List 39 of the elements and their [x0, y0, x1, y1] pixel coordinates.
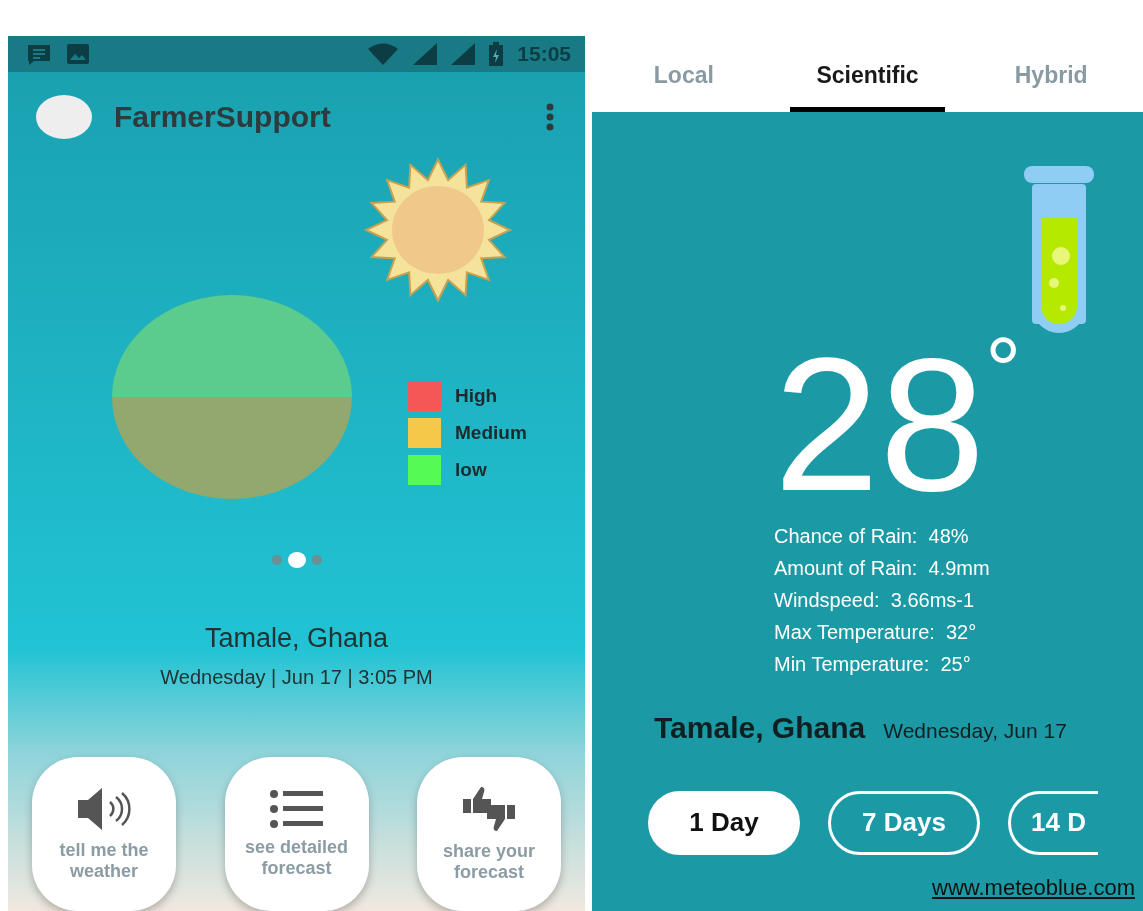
weather-detail: Max Temperature: 32° — [774, 620, 978, 644]
tab[interactable]: Hybrid — [973, 36, 1129, 112]
message-icon — [26, 43, 52, 66]
weather-detail: Amount of Rain: 4.9mm — [774, 556, 991, 580]
forecast-date: Wednesday, Jun 17 — [883, 718, 1067, 743]
avatar-circle — [36, 94, 92, 139]
legend-label: low — [455, 459, 487, 482]
temperature-value: 28 — [773, 334, 986, 515]
status-time: 15:05 — [517, 42, 571, 67]
weather-detail: Chance of Rain: 48% — [774, 524, 970, 548]
date-time: Wednesday | Jun 17 | 3:05 PM — [159, 666, 434, 689]
signal-icon — [413, 43, 438, 66]
more-options-icon[interactable] — [545, 102, 555, 131]
degree-sign: ° — [985, 334, 1022, 406]
battery-icon — [489, 42, 504, 67]
page-indicator-dot[interactable] — [311, 555, 322, 566]
page-indicator-dot[interactable] — [287, 552, 306, 569]
thumbs-up-down-icon — [461, 785, 517, 834]
action-button[interactable]: tell me the weather — [32, 757, 176, 911]
legend-label: Medium — [455, 422, 527, 445]
range-button[interactable]: 14 D — [1008, 790, 1098, 855]
image-icon — [66, 43, 90, 66]
legend-label: High — [455, 385, 498, 408]
page-indicator-dot[interactable] — [271, 555, 282, 566]
action-button[interactable]: share your forecast — [417, 757, 561, 911]
list-icon — [268, 789, 325, 830]
range-button[interactable]: 1 Day — [648, 790, 800, 855]
source-link[interactable]: www.meteoblue.com — [932, 875, 1135, 901]
action-button[interactable]: see detailed forecast — [224, 757, 369, 911]
app-title: FarmerSupport — [114, 99, 332, 134]
weather-detail: Min Temperature: 25° — [774, 652, 972, 676]
weather-detail: Windspeed: 3.66ms-1 — [774, 588, 976, 612]
speaker-icon — [76, 786, 132, 833]
location-name: Tamale, Ghana — [654, 710, 866, 745]
range-button[interactable]: 7 Days — [828, 790, 980, 855]
tab[interactable]: Local — [606, 36, 762, 112]
wifi-icon — [367, 43, 400, 66]
location-name: Tamale, Ghana — [203, 623, 390, 654]
signal-icon — [451, 43, 476, 66]
